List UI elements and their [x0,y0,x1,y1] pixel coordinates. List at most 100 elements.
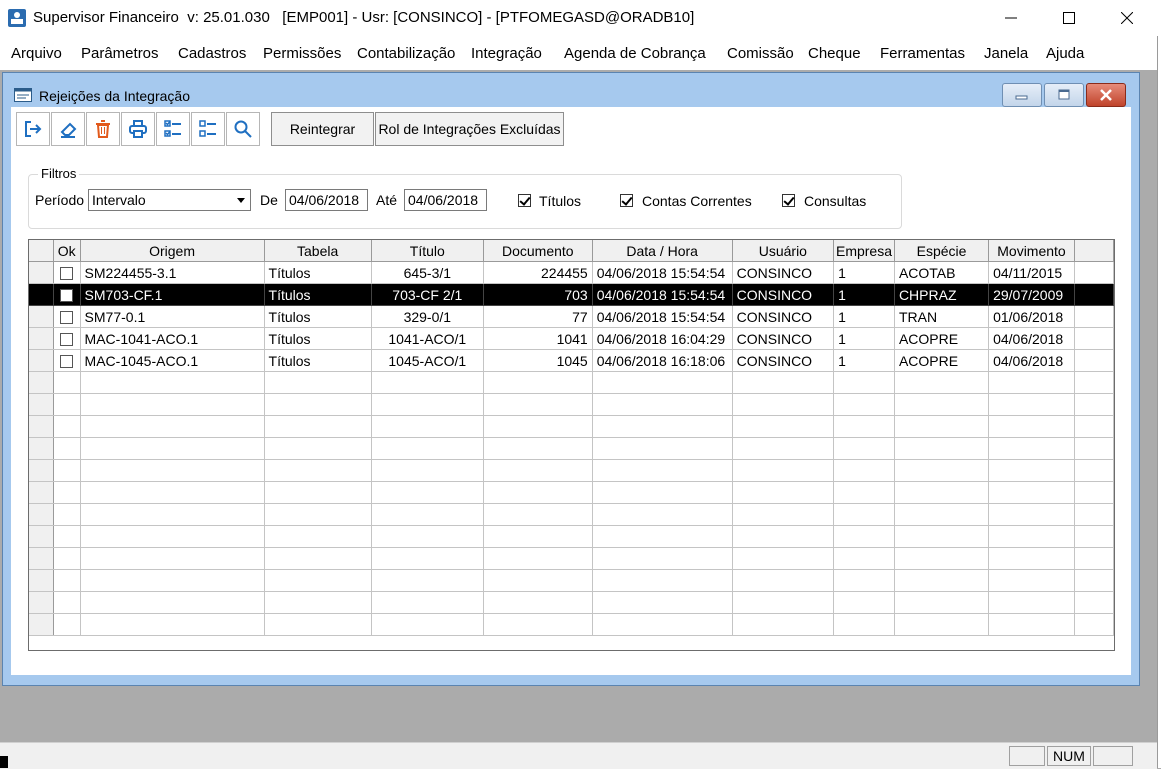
table-row[interactable]: MAC-1045-ACO.1 Títulos 1045-ACO/1 1045 04/06… [29,349,1114,372]
child-close-button[interactable] [1086,83,1126,107]
rejeicoes-window: Rejeições da Integração Reintegrar Rol d… [2,72,1140,686]
row-indicator[interactable] [29,547,54,570]
row-indicator[interactable] [29,261,54,284]
row-indicator[interactable] [29,437,54,460]
cell-ok[interactable] [53,283,81,306]
minimize-button[interactable] [982,0,1040,36]
cell-filler [1074,371,1114,394]
table-row[interactable] [29,547,1114,570]
date-to-input[interactable]: 04/06/2018 [404,189,487,211]
row-indicator[interactable] [29,591,54,614]
table-row[interactable] [29,393,1114,416]
table-row[interactable] [29,613,1114,636]
maximize-icon [1063,12,1075,24]
column-header-titulo[interactable]: Título [371,240,484,262]
child-restore-button[interactable] [1044,83,1084,107]
print-button[interactable] [121,112,155,146]
titulos-checkbox[interactable] [518,194,531,207]
row-indicator[interactable] [29,525,54,548]
row-checkbox[interactable] [60,267,74,281]
maximize-button[interactable] [1040,0,1098,36]
uncheck-all-button[interactable] [191,112,225,146]
row-indicator[interactable] [29,327,54,350]
contas-correntes-checkbox[interactable] [620,194,633,207]
row-indicator[interactable] [29,393,54,416]
row-indicator[interactable] [29,481,54,504]
child-minimize-button[interactable] [1002,83,1042,107]
row-indicator[interactable] [29,305,54,328]
table-row[interactable] [29,459,1114,482]
row-indicator[interactable] [29,459,54,482]
date-from-input[interactable]: 04/06/2018 [285,189,368,211]
table-row[interactable] [29,525,1114,548]
menu-permissoes[interactable]: Permissões [263,45,341,62]
row-indicator[interactable] [29,415,54,438]
column-header-ok[interactable]: Ok [53,240,81,262]
table-row[interactable] [29,481,1114,504]
cell-ok[interactable] [53,327,81,350]
column-header-documento[interactable]: Documento [483,240,593,262]
cell-origem: MAC-1045-ACO.1 [80,349,265,372]
cell-documento [483,569,593,592]
menu-parametros[interactable]: Parâmetros [81,45,159,62]
cell-tabela: Títulos [264,349,372,372]
row-indicator[interactable] [29,283,54,306]
consultas-checkbox[interactable] [782,194,795,207]
table-row[interactable] [29,415,1114,438]
menu-ferramentas[interactable]: Ferramentas [880,45,965,62]
column-header-usuario[interactable]: Usuário [732,240,835,262]
table-row[interactable] [29,371,1114,394]
exit-button[interactable] [16,112,50,146]
cell-origem [80,613,265,636]
table-row[interactable]: SM224455-3.1 Títulos 645-3/1 224455 04/06/20… [29,261,1114,284]
table-row[interactable]: SM77-0.1 Títulos 329-0/1 77 04/06/2018 15:54… [29,305,1114,328]
column-header-especie[interactable]: Espécie [894,240,990,262]
table-row[interactable] [29,437,1114,460]
cell-documento: 1041 [483,327,593,350]
table-row[interactable]: MAC-1041-ACO.1 Títulos 1041-ACO/1 1041 04/06… [29,327,1114,350]
row-checkbox[interactable] [60,311,74,325]
reintegrar-button[interactable]: Reintegrar [271,112,374,146]
row-indicator[interactable] [29,371,54,394]
menu-cheque[interactable]: Cheque [808,45,861,62]
cell-ok[interactable] [53,349,81,372]
cell-ok [53,393,81,416]
menu-janela[interactable]: Janela [984,45,1028,62]
table-row[interactable] [29,503,1114,526]
column-header-data-hora[interactable]: Data / Hora [592,240,733,262]
cell-ok[interactable] [53,261,81,284]
column-header-movimento[interactable]: Movimento [988,240,1075,262]
menu-integracao[interactable]: Integração [471,45,542,62]
check-all-button[interactable] [156,112,190,146]
table-row[interactable] [29,569,1114,592]
close-button[interactable] [1098,0,1156,36]
menu-ajuda[interactable]: Ajuda [1046,45,1084,62]
column-header-tabela[interactable]: Tabela [264,240,372,262]
search-button[interactable] [226,112,260,146]
row-indicator[interactable] [29,349,54,372]
row-indicator[interactable] [29,503,54,526]
row-indicator[interactable] [29,613,54,636]
cell-filler [1074,305,1114,328]
column-header-empresa[interactable]: Empresa [833,240,895,262]
periodo-select[interactable]: Intervalo [88,189,251,211]
menu-agenda-cobranca[interactable]: Agenda de Cobrança [564,45,706,62]
row-checkbox[interactable] [60,355,74,369]
menu-contabilizacao[interactable]: Contabilização [357,45,455,62]
row-checkbox[interactable] [60,289,74,303]
table-row[interactable] [29,591,1114,614]
menu-cadastros[interactable]: Cadastros [178,45,246,62]
column-header-origem[interactable]: Origem [80,240,265,262]
menu-arquivo[interactable]: Arquivo [11,45,62,62]
row-indicator[interactable] [29,569,54,592]
clear-button[interactable] [51,112,85,146]
delete-button[interactable] [86,112,120,146]
rol-integracoes-excluidas-button[interactable]: Rol de Integrações Excluídas [375,112,564,146]
rejections-grid: Ok Origem Tabela Título Documento Data /… [28,239,1115,651]
cell-origem: SM77-0.1 [80,305,265,328]
cell-tabela [264,591,372,614]
menu-comissao[interactable]: Comissão [727,45,794,62]
table-row[interactable]: SM703-CF.1 Títulos 703-CF 2/1 703 04/06/2018… [29,283,1114,306]
cell-ok[interactable] [53,305,81,328]
row-checkbox[interactable] [60,333,74,347]
